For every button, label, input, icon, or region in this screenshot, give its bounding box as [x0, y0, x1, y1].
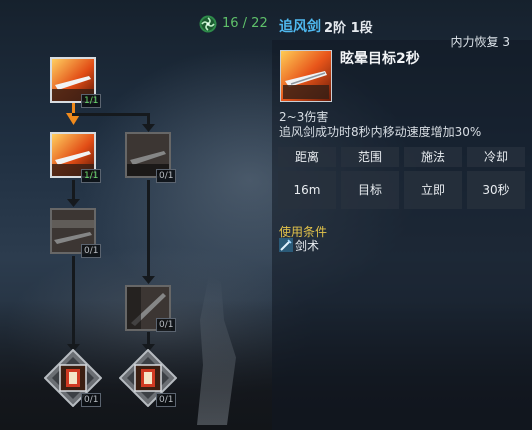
skill-points-counter: 16 / 22	[222, 16, 268, 31]
link-line	[72, 256, 75, 348]
stat-header-range: 距离	[278, 147, 336, 167]
link-line	[147, 180, 150, 278]
selected-skill-icon	[280, 50, 332, 102]
skill-level-badge: 1/1	[81, 94, 102, 108]
regen-text: 内力恢复 3	[450, 35, 510, 49]
description-text: 追风剑成功时8秒内移动速度增加30%	[279, 125, 482, 139]
stats-table: 距离 范围 施法 冷却 16m 目标 立即 30秒	[278, 147, 526, 211]
stat-header-area: 范围	[341, 147, 399, 167]
arrow-down-icon	[142, 276, 155, 284]
condition-value: 剑术	[295, 239, 320, 253]
skill-level-badge: 0/1	[81, 244, 102, 258]
skill-level-badge: 1/1	[81, 169, 102, 183]
skill-level-badge: 0/1	[156, 169, 177, 183]
skill-level-badge: 0/1	[81, 393, 102, 407]
arrow-down-icon	[142, 124, 155, 132]
skill-tier: 2阶 1段	[324, 21, 373, 36]
effect-title: 眩晕目标2秒	[340, 51, 420, 67]
stat-header-cooldown: 冷却	[467, 147, 525, 167]
stat-value-cooldown: 30秒	[467, 171, 525, 209]
stat-value-area: 目标	[341, 171, 399, 209]
skill-name: 追风剑	[279, 19, 321, 35]
blade-art	[281, 51, 331, 101]
arrow-down-icon	[67, 199, 80, 207]
stat-value-cast: 立即	[404, 171, 462, 209]
skill-point-icon	[199, 15, 217, 33]
skill-level-badge: 0/1	[156, 318, 177, 332]
stat-header-cast: 施法	[404, 147, 462, 167]
stat-value-range: 16m	[278, 171, 336, 209]
sword-skill-icon	[279, 238, 293, 252]
link-line	[72, 113, 149, 116]
skill-level-badge: 0/1	[156, 393, 177, 407]
